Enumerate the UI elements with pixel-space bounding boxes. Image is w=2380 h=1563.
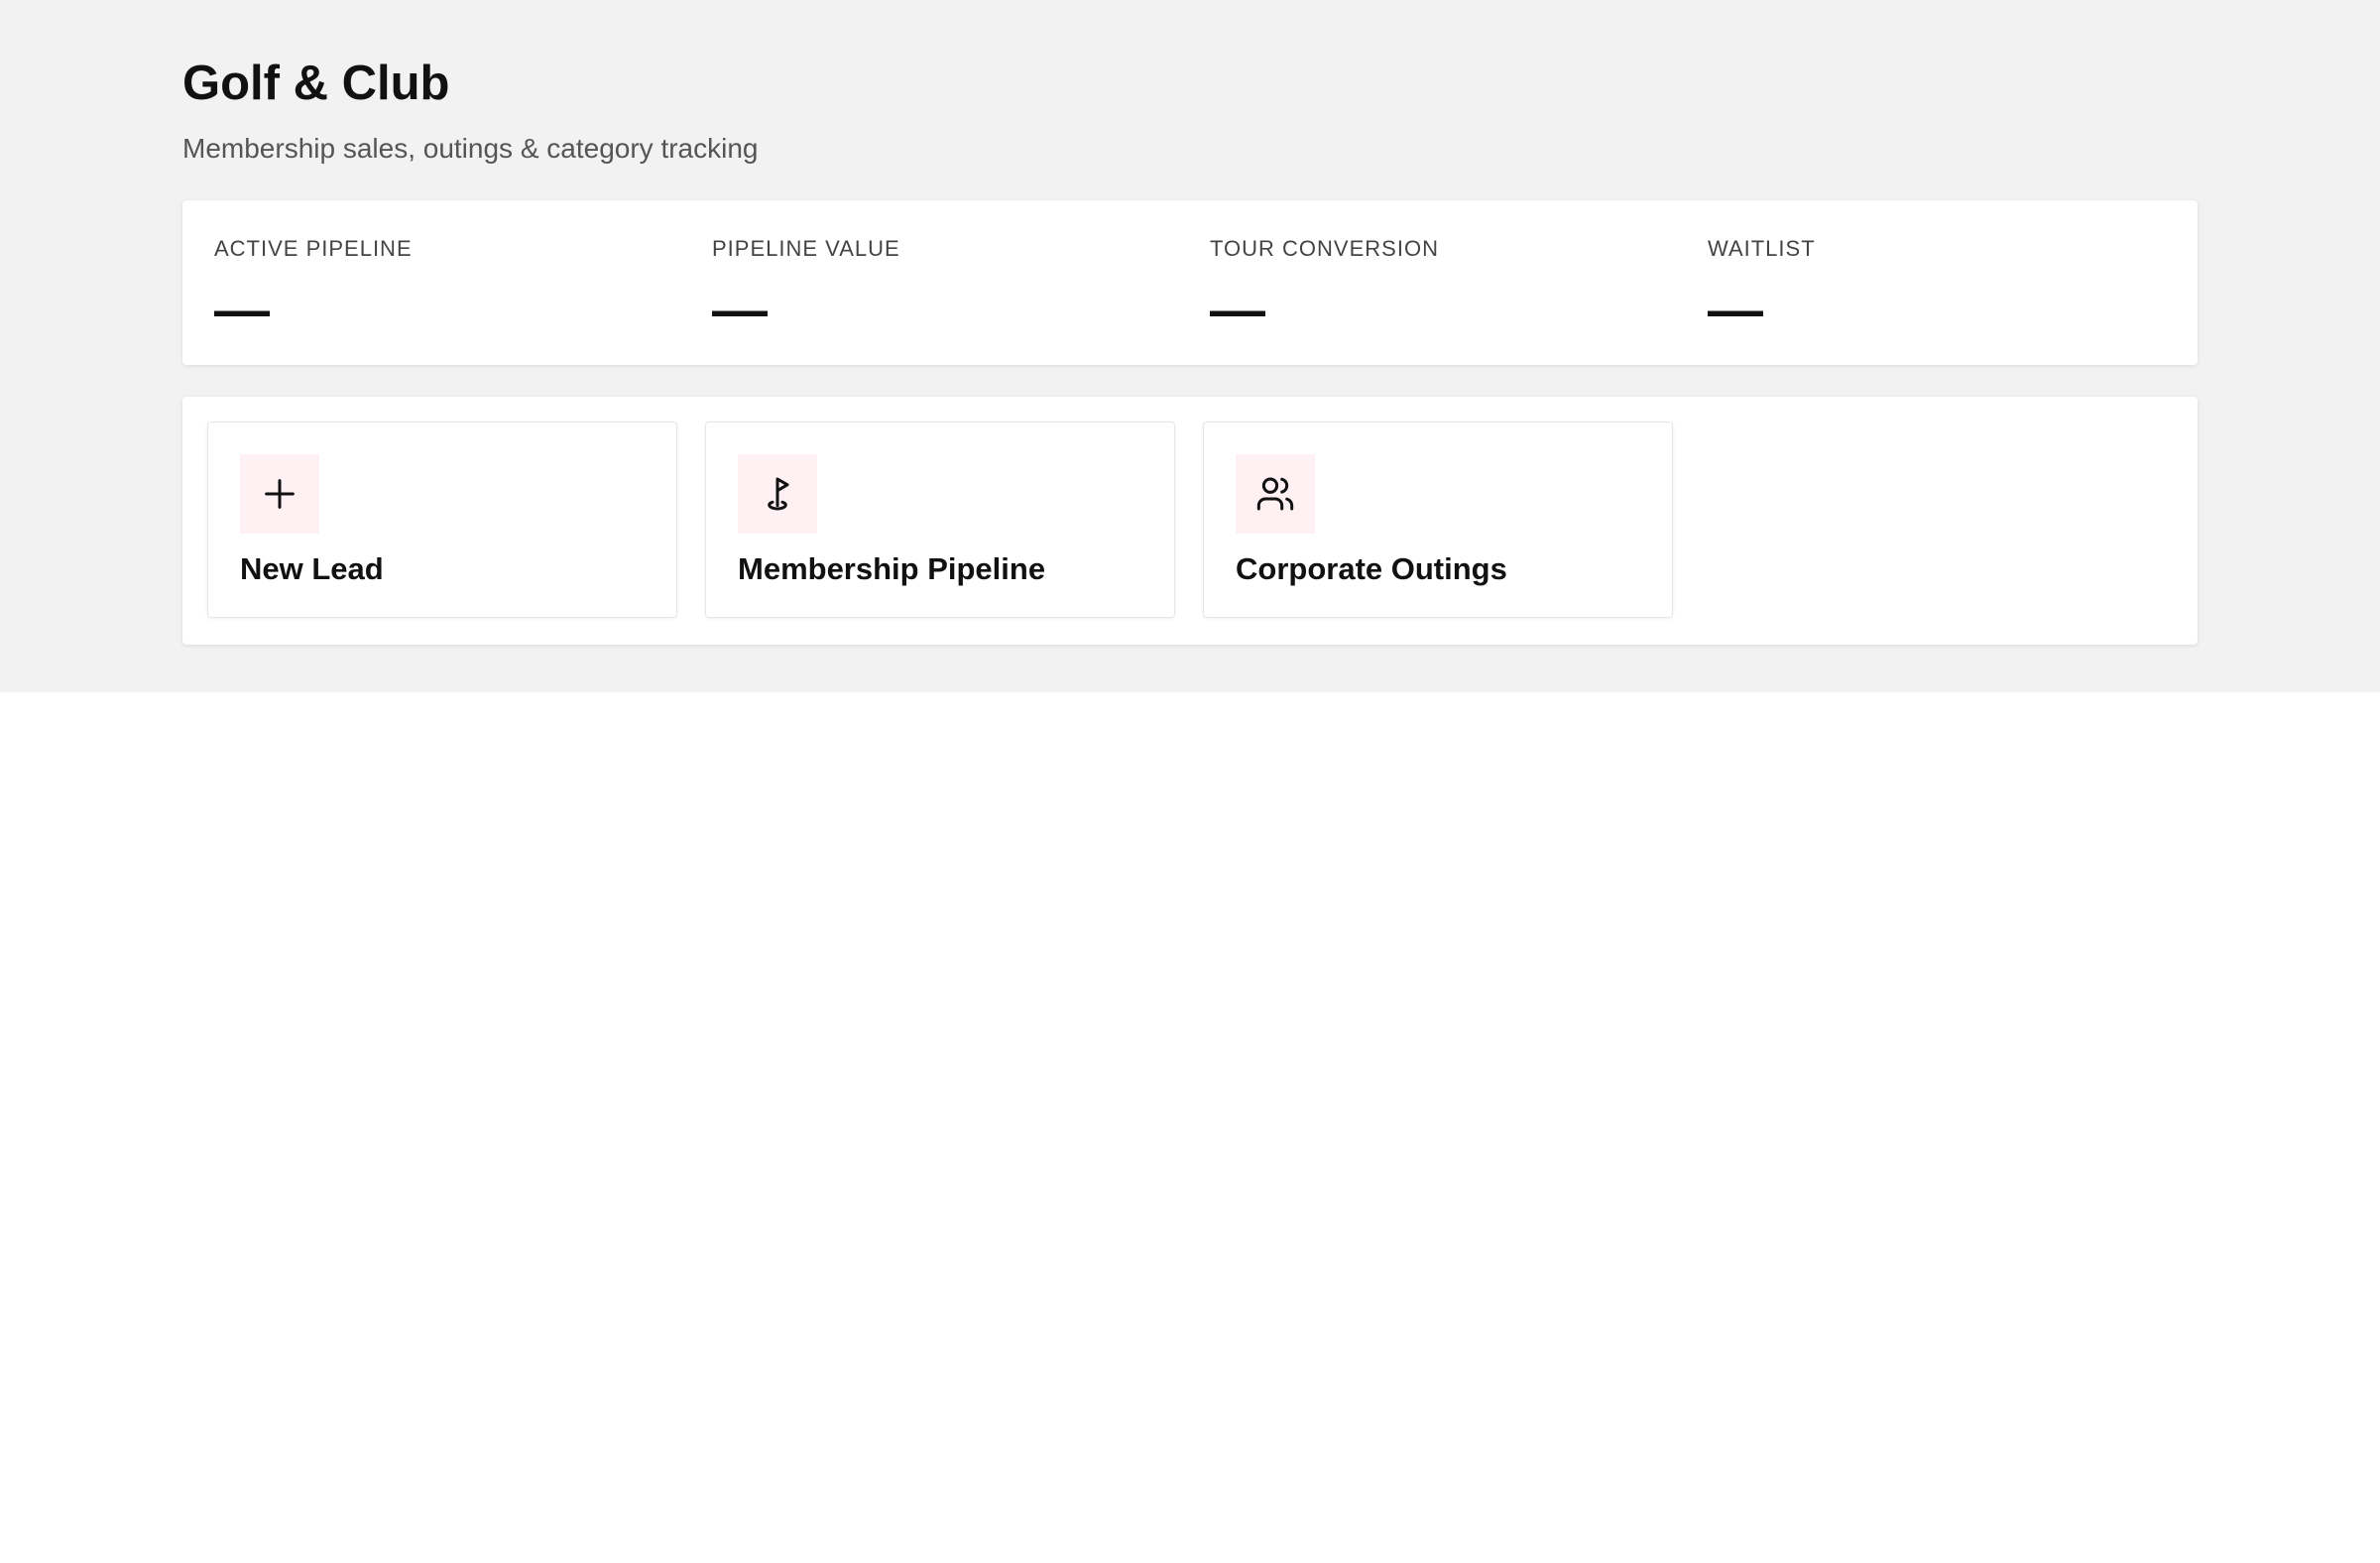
stat-label: PIPELINE VALUE: [712, 236, 900, 261]
action-label: New Lead: [240, 551, 384, 586]
quick-actions-panel: New Lead Membership Pipeline Corporate O…: [182, 397, 2198, 645]
stat-label: WAITLIST: [1708, 236, 1816, 261]
stat-label: TOUR CONVERSION: [1210, 236, 1439, 261]
stat-active-pipeline: ACTIVE PIPELINE —: [182, 200, 680, 365]
stat-value: —: [1708, 278, 1763, 340]
stats-panel: ACTIVE PIPELINE — PIPELINE VALUE — TOUR …: [182, 200, 2198, 365]
plus-icon: [240, 454, 319, 534]
users-icon: [1236, 454, 1315, 534]
stat-pipeline-value: PIPELINE VALUE —: [680, 200, 1178, 365]
stat-value: —: [1210, 278, 1265, 340]
page-subtitle: Membership sales, outings & category tra…: [182, 133, 759, 164]
corporate-outings-button[interactable]: Corporate Outings: [1203, 421, 1673, 618]
new-lead-button[interactable]: New Lead: [207, 421, 677, 618]
stat-tour-conversion: TOUR CONVERSION —: [1178, 200, 1676, 365]
stat-waitlist: WAITLIST —: [1676, 200, 2174, 365]
page-title: Golf & Club: [182, 57, 450, 110]
stat-label: ACTIVE PIPELINE: [214, 236, 413, 261]
action-label: Corporate Outings: [1236, 551, 1507, 586]
membership-pipeline-button[interactable]: Membership Pipeline: [705, 421, 1175, 618]
stat-value: —: [712, 278, 768, 340]
stat-value: —: [214, 278, 270, 340]
action-label: Membership Pipeline: [738, 551, 1046, 586]
golf-flag-icon: [738, 454, 817, 534]
